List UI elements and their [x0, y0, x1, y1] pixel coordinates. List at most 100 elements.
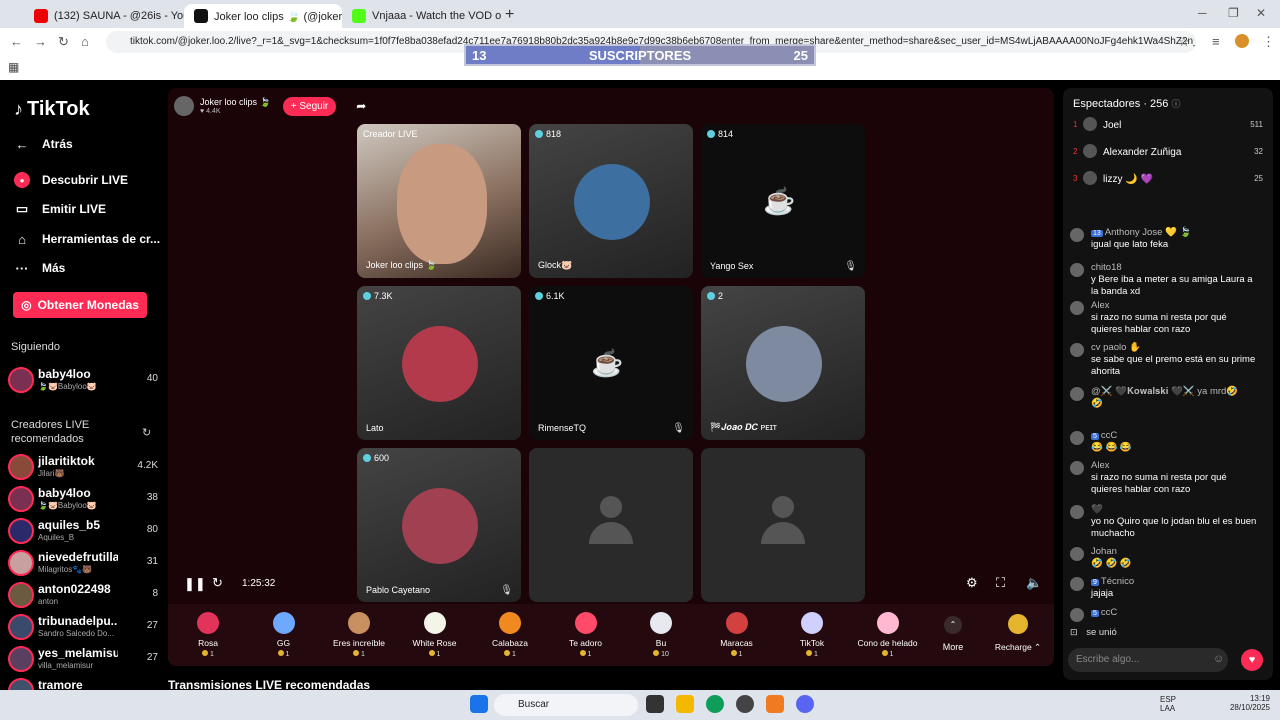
- tab-kick[interactable]: Vnjaaa - Watch the VOD on Kick ✕: [342, 4, 502, 28]
- guest-badge: 6.1K: [535, 291, 565, 301]
- chat-input[interactable]: Escribe algo...: [1068, 648, 1228, 672]
- emoji-icon[interactable]: ☺: [1213, 653, 1224, 665]
- gift-price: 1: [403, 650, 467, 658]
- nav-back[interactable]: ← Atrás: [14, 136, 73, 152]
- guest-tile[interactable]: Creador LIVE Joker loo clips 🍃: [357, 124, 521, 278]
- recommended-creator[interactable]: tribunadelpu... Sandro Salcedo Do... 27: [8, 612, 158, 642]
- gift-item[interactable]: White Rose 1: [403, 612, 467, 658]
- reading-list-icon[interactable]: ≡: [1212, 34, 1220, 49]
- recharge-button[interactable]: Recharge ⌃: [990, 614, 1046, 653]
- obs-icon[interactable]: [736, 695, 754, 713]
- language-indicator[interactable]: ESP LAA: [1160, 695, 1176, 713]
- window-close-icon[interactable]: ✕: [1256, 6, 1266, 20]
- recommended-creator[interactable]: baby4loo 🍃🐷Babyloo🐷 38: [8, 484, 158, 514]
- guest-tile[interactable]: 818 Glock🐷: [529, 124, 693, 278]
- maximize-icon[interactable]: ❐: [1228, 6, 1239, 20]
- get-coins-button[interactable]: ◎ Obtener Monedas: [13, 292, 147, 318]
- guest-tile[interactable]: 2 🏁𝑱𝒐𝒂𝒐 𝑫𝑪 ᴘᴇɪᴛ: [701, 286, 865, 440]
- coin-icon: [353, 650, 360, 656]
- forward-icon[interactable]: →: [34, 34, 47, 49]
- bookmark-star-icon[interactable]: ☆: [1178, 34, 1190, 50]
- gem-icon: [535, 130, 543, 138]
- avatar: [1070, 461, 1084, 475]
- avatar: [8, 486, 34, 512]
- gift-item[interactable]: Te adoro 1: [554, 612, 618, 658]
- tab-tiktok[interactable]: Joker loo clips 🍃 (@joker.l ✕: [184, 4, 342, 28]
- arrow-left-icon: ←: [15, 136, 29, 152]
- gift-item[interactable]: Bu 10: [629, 612, 693, 658]
- profile-avatar[interactable]: [1235, 34, 1249, 48]
- nav-go-live[interactable]: ▭ Emitir LIVE: [14, 201, 106, 217]
- more-gifts-button[interactable]: ⌃ More: [938, 616, 968, 652]
- task-view-icon[interactable]: [646, 695, 664, 713]
- tab-youtube[interactable]: (132) SAUNA - @26is - YouTube ✕: [24, 4, 184, 28]
- gift-item[interactable]: Rosa 1: [176, 612, 240, 658]
- guest-tile[interactable]: [701, 448, 865, 602]
- guest-tile[interactable]: [529, 448, 693, 602]
- nav-more[interactable]: ··· Más: [14, 260, 66, 276]
- host-name[interactable]: Joker loo clips 🍃: [200, 97, 271, 108]
- gift-item[interactable]: Maracas 1: [705, 612, 769, 658]
- following-item[interactable]: baby4loo 🍃🐷Babyloo🐷 40: [8, 365, 158, 395]
- gift-item[interactable]: Cono de helado 1: [856, 612, 920, 658]
- chat-panel: Espectadores · 256 ⓘ 1 Joel 511 2 Alexand…: [1063, 88, 1273, 680]
- minimize-icon[interactable]: ─: [1198, 6, 1207, 20]
- reload-icon[interactable]: ↻: [58, 34, 69, 50]
- guest-tile[interactable]: ☕ 🎙 6.1K RimenseTQ: [529, 286, 693, 440]
- windows-start-icon[interactable]: [470, 695, 488, 713]
- top-viewer[interactable]: 3 lizzy 🌙 💜 25: [1073, 171, 1269, 189]
- clock[interactable]: 13:19 28/10/2025: [1218, 694, 1270, 712]
- viewers-header[interactable]: Espectadores · 256 ⓘ: [1073, 97, 1180, 110]
- recommended-creator[interactable]: anton022498 anton 8: [8, 580, 158, 610]
- nav-label: Más: [42, 261, 66, 275]
- host-avatar[interactable]: [174, 96, 194, 116]
- recommended-creator[interactable]: aquiles_b5 Aquiles_B 80: [8, 516, 158, 546]
- fullscreen-icon[interactable]: ⛶: [996, 575, 1005, 591]
- gift-item[interactable]: TikTok 1: [780, 612, 844, 658]
- pause-icon[interactable]: ❚❚: [184, 576, 206, 592]
- nav-discover-live[interactable]: ● Descubrir LIVE: [14, 172, 128, 188]
- nav-creator-tools[interactable]: ⌂ Herramientas de cr...: [14, 231, 160, 247]
- badge-text: 600: [374, 453, 390, 463]
- chat-text: si razo no suma ni resta por qué quieres…: [1091, 312, 1227, 335]
- gift-item[interactable]: GG 1: [252, 612, 316, 658]
- follow-button[interactable]: + Seguir: [282, 96, 337, 116]
- gift-icon: [574, 612, 597, 634]
- new-tab-icon[interactable]: +: [505, 6, 514, 24]
- guest-tile[interactable]: 7.3K Lato: [357, 286, 521, 440]
- settings-icon[interactable]: ⚙: [966, 575, 978, 591]
- recommended-creator[interactable]: nievedefrutilla Milagritos🐾🐻 31: [8, 548, 158, 578]
- replay-icon[interactable]: ↻: [212, 575, 223, 591]
- top-viewer[interactable]: 1 Joel 511: [1073, 117, 1269, 135]
- menu-icon[interactable]: ⋮: [1262, 34, 1275, 50]
- back-icon[interactable]: ←: [10, 34, 23, 49]
- gift-item[interactable]: Eres increíble 1: [327, 612, 391, 658]
- creator-name: jilaritiktok: [38, 454, 95, 468]
- file-explorer-icon[interactable]: [676, 695, 694, 713]
- creator-name: yes_melamisur: [38, 646, 118, 660]
- recommended-creator[interactable]: yes_melamisur villa_melamisur 27: [8, 644, 158, 674]
- refresh-icon[interactable]: ↻: [142, 426, 151, 439]
- share-icon[interactable]: ➦: [356, 99, 366, 113]
- discord-icon[interactable]: [796, 695, 814, 713]
- price-text: 1: [587, 651, 592, 658]
- chrome-icon[interactable]: [706, 695, 724, 713]
- top-viewer[interactable]: 2 Alexander Zuñiga 32: [1073, 144, 1269, 162]
- volume-icon[interactable]: 🔈: [1026, 575, 1042, 591]
- viewer-score: 32: [1254, 147, 1263, 156]
- apps-grid-icon[interactable]: ▦: [8, 60, 19, 74]
- mic-muted-icon: 🎙: [844, 261, 857, 272]
- guest-tile[interactable]: ☕ 🎙 814 Yango Sex: [701, 124, 865, 278]
- app-icon[interactable]: [766, 695, 784, 713]
- home-icon[interactable]: ⌂: [81, 34, 89, 49]
- like-heart-icon[interactable]: ♥: [1241, 649, 1263, 671]
- creator-sub: 🍃🐷Babyloo🐷: [38, 382, 97, 391]
- creator-name: nievedefrutilla: [38, 550, 118, 564]
- guest-tile[interactable]: 600 Pablo Cayetano 🎙: [357, 448, 521, 602]
- recommended-creator[interactable]: jilaritiktok Jilari🐻 4.2K: [8, 452, 158, 482]
- viewer-name: Alexander Zuñiga: [1103, 147, 1182, 158]
- price-text: 1: [512, 651, 516, 658]
- taskbar-search[interactable]: Buscar: [494, 694, 638, 716]
- tiktok-logo[interactable]: ♪ TikTok: [14, 98, 90, 121]
- gift-item[interactable]: Calabaza 1: [478, 612, 542, 658]
